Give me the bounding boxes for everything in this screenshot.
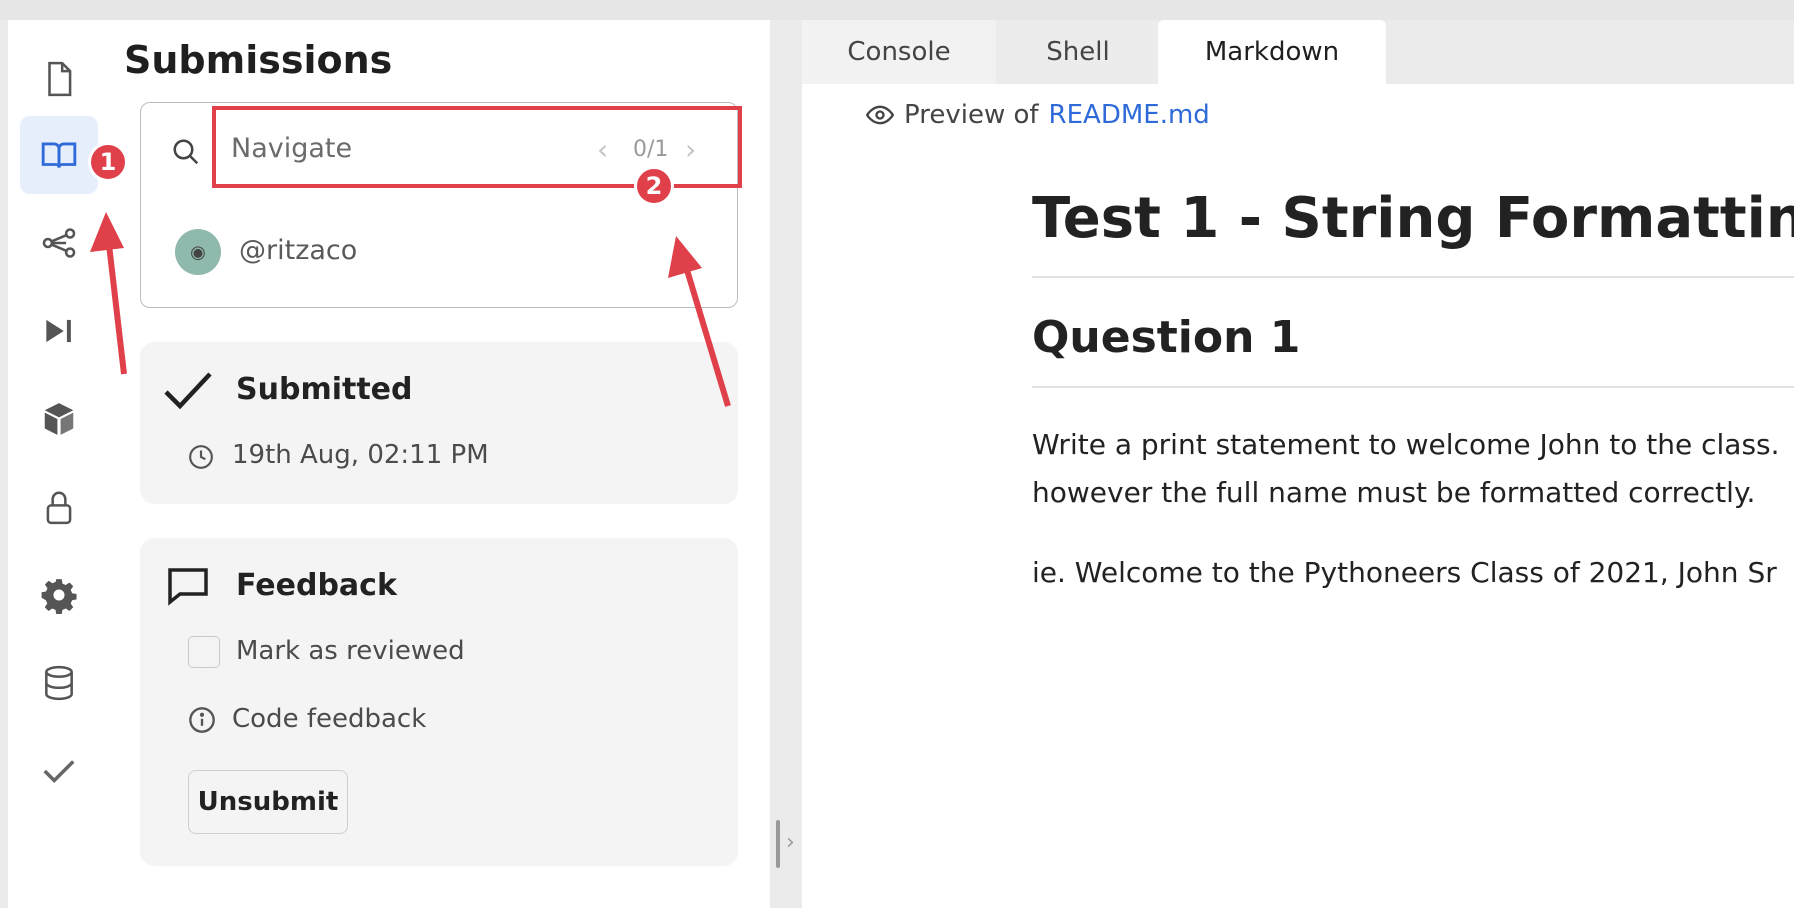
annotation-badge-1: 1 [88,142,128,182]
annotation-arrows [90,212,731,407]
annotation-badge-2: 2 [634,166,674,206]
